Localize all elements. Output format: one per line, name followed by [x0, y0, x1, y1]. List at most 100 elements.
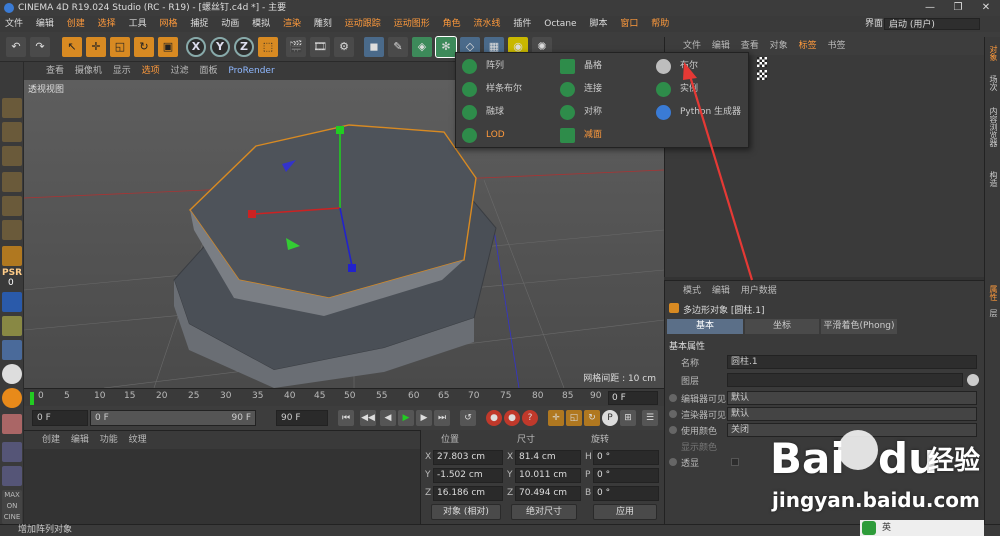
scale-key-icon[interactable]: ◱ — [566, 410, 582, 426]
position-z-field[interactable]: 16.186 cm — [433, 486, 503, 501]
size-y-field[interactable]: 10.011 cm — [515, 468, 581, 483]
end-frame-field[interactable]: 90 F — [276, 410, 328, 426]
menu-octane[interactable]: Octane — [539, 16, 581, 32]
minimize-button[interactable]: — — [916, 0, 944, 16]
menu-item-boole[interactable]: 布尔 — [652, 55, 748, 77]
size-mode-select[interactable]: 绝对尺寸 — [511, 504, 577, 520]
timeline-playhead[interactable] — [30, 392, 34, 405]
xray-checkbox[interactable] — [731, 458, 739, 466]
vp-menu-view[interactable]: 查看 — [42, 62, 68, 80]
sidebar-tab-structure[interactable]: 构造 — [987, 171, 999, 187]
lock-icon[interactable] — [2, 466, 22, 486]
checker-grid-icon[interactable] — [2, 442, 22, 462]
close-button[interactable]: ✕ — [972, 0, 1000, 16]
tab-basic[interactable]: 基本 — [667, 319, 743, 334]
prev-frame-icon[interactable]: ◀ — [380, 410, 396, 426]
axis-mode-icon[interactable] — [2, 246, 22, 266]
obj-menu-objects[interactable]: 对象 — [766, 37, 792, 55]
menu-help[interactable]: 帮助 — [646, 16, 674, 32]
menu-item-symmetry[interactable]: 对称 — [556, 101, 654, 123]
menu-render[interactable]: 渲染 — [278, 16, 306, 32]
render-view-icon[interactable]: 🎬 — [286, 37, 306, 57]
magnet-icon[interactable] — [2, 414, 22, 434]
menu-item-python-generator[interactable]: Python 生成器 — [652, 101, 748, 123]
menu-mograph[interactable]: 运动图形 — [389, 16, 435, 32]
size-x-field[interactable]: 81.4 cm — [515, 450, 581, 465]
subdivision-surface-icon[interactable]: ◈ — [412, 37, 432, 57]
x-axis-lock-icon[interactable]: X — [186, 37, 206, 57]
redo-icon[interactable]: ↷ — [30, 37, 50, 57]
record-keys-icon[interactable]: ● — [486, 410, 502, 426]
sidebar-tab-objects[interactable]: 对象 — [987, 45, 999, 61]
menu-item-polygon-reduction[interactable]: 减面 — [556, 124, 654, 146]
texture-mode-icon[interactable] — [2, 146, 22, 166]
obj-menu-tags[interactable]: 标签 — [795, 37, 821, 55]
rotation-b-field[interactable]: 0 ° — [593, 486, 659, 501]
phong-tag-icon[interactable] — [757, 70, 767, 80]
rotation-h-field[interactable]: 0 ° — [593, 450, 659, 465]
mat-menu-create[interactable]: 创建 — [38, 431, 64, 449]
attr-menu-userdata[interactable]: 用户数据 — [737, 283, 781, 299]
menu-create[interactable]: 创建 — [62, 16, 90, 32]
menu-motion-tracker[interactable]: 运动跟踪 — [340, 16, 386, 32]
live-select-icon[interactable]: ▣ — [158, 37, 178, 57]
coordinate-system-icon[interactable]: ⬚ — [258, 37, 278, 57]
radio-icon[interactable] — [669, 394, 677, 402]
menu-item-lod[interactable]: LOD — [458, 124, 556, 146]
mat-menu-function[interactable]: 功能 — [96, 431, 122, 449]
vp-menu-display[interactable]: 显示 — [109, 62, 135, 80]
polygons-mode-icon[interactable] — [2, 220, 22, 240]
menu-sculpt[interactable]: 雕刻 — [309, 16, 337, 32]
scale-tool-icon[interactable]: ◱ — [110, 37, 130, 57]
radio-icon[interactable] — [669, 426, 677, 434]
sidebar-tab-attributes[interactable]: 属性 — [987, 285, 999, 301]
render-settings-icon[interactable]: ⚙ — [334, 37, 354, 57]
position-x-field[interactable]: 27.803 cm — [433, 450, 503, 465]
menu-edit[interactable]: 编辑 — [31, 16, 59, 32]
make-editable-icon[interactable] — [2, 98, 22, 118]
loop-icon[interactable]: ↺ — [460, 410, 476, 426]
sidebar-tab-takes[interactable]: 场次 — [987, 75, 999, 91]
z-axis-lock-icon[interactable]: Z — [234, 37, 254, 57]
coord-mode-select[interactable]: 对象 (相对) — [431, 504, 501, 520]
current-frame-field[interactable]: 0 F — [608, 391, 658, 405]
move-tool-icon[interactable]: ✛ — [86, 37, 106, 57]
menu-select[interactable]: 选择 — [93, 16, 121, 32]
vp-menu-camera[interactable]: 摄像机 — [71, 62, 106, 80]
menu-item-spline-mask[interactable]: 样条布尔 — [458, 78, 556, 100]
goto-end-icon[interactable]: ⏭ — [434, 410, 450, 426]
menu-window[interactable]: 窗口 — [615, 16, 643, 32]
menu-plugins[interactable]: 插件 — [508, 16, 536, 32]
vp-menu-options[interactable]: 选项 — [138, 62, 164, 80]
y-axis-lock-icon[interactable]: Y — [210, 37, 230, 57]
phong-tag-icon[interactable] — [757, 57, 767, 67]
workplane-icon[interactable] — [2, 340, 22, 360]
param-key-icon[interactable]: P — [602, 410, 618, 426]
menu-item-connect[interactable]: 连接 — [556, 78, 654, 100]
snap-icon[interactable] — [2, 316, 22, 336]
layer-field[interactable] — [727, 373, 963, 387]
menu-item-instance[interactable]: 实例 — [652, 78, 748, 100]
sogou-ime-icon[interactable] — [862, 521, 876, 535]
attr-menu-mode[interactable]: 模式 — [679, 283, 705, 299]
menu-item-metaball[interactable]: 融球 — [458, 101, 556, 123]
s-plugin-icon[interactable] — [2, 388, 22, 408]
size-z-field[interactable]: 70.494 cm — [515, 486, 581, 501]
mat-menu-edit[interactable]: 编辑 — [67, 431, 93, 449]
timeline-ruler[interactable]: 0 5 10 15 20 25 30 35 40 45 50 55 60 65 … — [24, 388, 664, 406]
radio-icon[interactable] — [669, 410, 677, 418]
radio-icon[interactable] — [669, 458, 677, 466]
pla-key-icon[interactable]: ⊞ — [620, 410, 636, 426]
menu-tools[interactable]: 工具 — [124, 16, 152, 32]
sidebar-tab-content-browser[interactable]: 内容浏览器 — [987, 107, 999, 147]
vp-menu-panel[interactable]: 面板 — [195, 62, 221, 80]
layer-menu-icon[interactable] — [967, 374, 979, 386]
maximize-button[interactable]: ❐ — [944, 0, 972, 16]
tab-phong[interactable]: 平滑着色(Phong) — [821, 319, 897, 334]
frame-range-slider[interactable]: 0 F 90 F — [90, 410, 256, 426]
s-script-icon[interactable] — [2, 364, 22, 384]
start-frame-field[interactable]: 0 F — [32, 410, 88, 426]
tab-coordinates[interactable]: 坐标 — [745, 319, 819, 334]
render-picture-viewer-icon[interactable]: 🎞 — [310, 37, 330, 57]
menu-mesh[interactable]: 网格 — [154, 16, 182, 32]
